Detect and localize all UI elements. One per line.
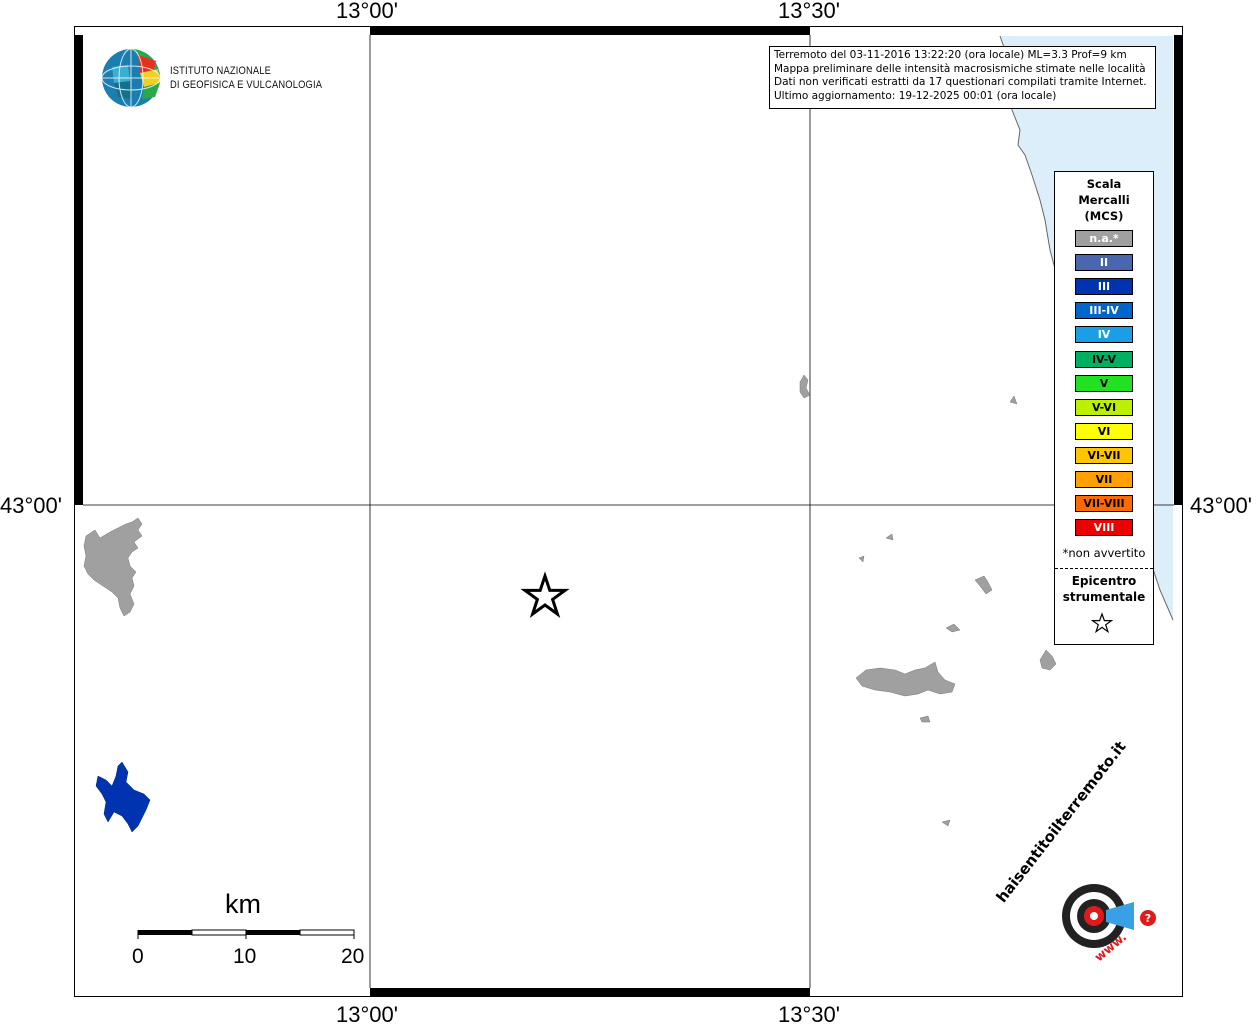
legend-swatch-11: VII-VIII xyxy=(1075,495,1133,513)
scale-bar-unit: km xyxy=(225,889,261,919)
urban-area-east xyxy=(855,661,956,697)
legend-epicenter-line2: strumentale xyxy=(1062,590,1146,604)
legend-swatch-4: IV xyxy=(1075,326,1133,344)
urban-area-small-6 xyxy=(945,623,961,633)
ingv-logo-line1: ISTITUTO NAZIONALE xyxy=(170,65,272,77)
legend-epicenter-title: Epicentro strumentale xyxy=(1055,573,1153,605)
info-line-3: Dati non verificati estratti da 17 quest… xyxy=(774,76,1147,89)
info-line-1: Terremoto del 03-11-2016 13:22:20 (ora l… xyxy=(774,49,1127,61)
urban-area-small-5 xyxy=(974,575,993,595)
legend-swatch-2: III xyxy=(1075,278,1133,296)
scale-tick-10: 10 xyxy=(233,945,257,968)
urban-area-west xyxy=(83,517,143,617)
ingv-logo-text: ISTITUTO NAZIONALE DI GEOFISICA E VULCAN… xyxy=(170,64,322,92)
lon-label-bottom-1300: 13°00' xyxy=(336,1002,398,1027)
urban-area-small-1 xyxy=(799,374,811,399)
legend-swatch-12: VIII xyxy=(1075,519,1133,537)
legend-swatch-9: VI-VII xyxy=(1075,446,1133,464)
legend-title-line3: (MCS) xyxy=(1084,209,1124,223)
urban-area-small-4 xyxy=(858,555,865,563)
svg-text:?: ? xyxy=(1145,912,1151,925)
urban-area-small-2 xyxy=(1009,395,1018,405)
info-line-2: Mappa preliminare delle intensità macros… xyxy=(774,62,1146,75)
legend-separator xyxy=(1055,568,1153,569)
info-line-4: Ultimo aggiornamento: 19-12-2025 00:01 (… xyxy=(774,89,1057,102)
mcs-legend: Scala Mercalli (MCS) n.a.* II III III-IV IV I… xyxy=(1054,171,1154,645)
legend-swatch-1: II xyxy=(1075,254,1133,272)
urban-area-small-3 xyxy=(885,533,894,541)
legend-title: Scala Mercalli (MCS) xyxy=(1055,176,1153,224)
urban-area-small-7 xyxy=(1039,649,1057,671)
legend-swatch-0: n.a.* xyxy=(1075,230,1133,247)
lake xyxy=(95,761,151,833)
lon-label-top-1330: 13°30' xyxy=(778,0,840,23)
lon-label-bottom-1330: 13°30' xyxy=(778,1002,840,1027)
epicenter-star xyxy=(520,571,570,618)
ingv-logo-line2: DI GEOFISICA E VULCANOLOGIA xyxy=(170,79,323,91)
lon-label-top-1300: 13°00' xyxy=(336,0,398,23)
legend-swatch-8: VI xyxy=(1075,422,1133,440)
scale-tick-20: 20 xyxy=(341,945,365,968)
legend-swatch-3: III-IV xyxy=(1075,302,1133,320)
legend-title-line1: Scala xyxy=(1086,177,1122,191)
legend-epicenter-line1: Epicentro xyxy=(1071,574,1137,588)
legend-swatch-6: V xyxy=(1075,374,1133,392)
ingv-logo-icon xyxy=(101,48,161,108)
legend-swatch-7: V-VI xyxy=(1075,398,1133,416)
lat-label-right-4300: 43°00' xyxy=(1190,493,1252,518)
legend-note: *non avvertito xyxy=(1062,546,1146,560)
scale-tick-0: 0 xyxy=(132,945,144,968)
legend-swatch-5: IV-V xyxy=(1075,350,1133,368)
legend-star-icon xyxy=(1091,612,1113,634)
urban-area-small-8 xyxy=(919,715,931,723)
earthquake-info-box: Terremoto del 03-11-2016 13:22:20 (ora l… xyxy=(769,46,1156,109)
urban-area-small-9 xyxy=(941,819,951,827)
scale-bar xyxy=(137,929,355,939)
lat-label-left-4300: 43°00' xyxy=(0,493,62,518)
legend-swatch-10: VII xyxy=(1075,471,1133,488)
legend-title-line2: Mercalli xyxy=(1078,193,1130,207)
